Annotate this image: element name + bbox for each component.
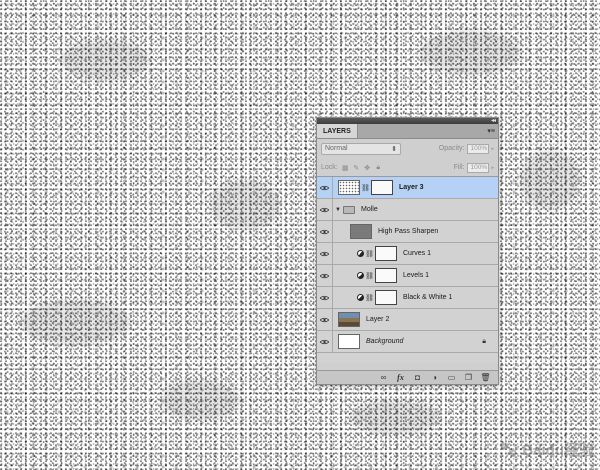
folder-icon — [343, 205, 355, 214]
layer-thumbnail[interactable] — [338, 180, 360, 195]
delete-layer-icon[interactable]: 🗑︎ — [480, 373, 490, 382]
opacity-field[interactable]: 100% — [467, 143, 490, 154]
watermark: 🐾︎ Baidu经验 — [498, 439, 594, 460]
layer-thumbnail[interactable] — [338, 334, 360, 349]
mask-link-icon[interactable]: ⛓ — [365, 272, 374, 280]
visibility-eye-icon[interactable] — [317, 265, 333, 286]
add-mask-icon[interactable]: ◘ — [413, 373, 422, 382]
new-layer-icon[interactable]: ❐ — [464, 373, 473, 382]
layer-row-group-molle[interactable]: ▼ Molle — [317, 199, 498, 221]
adjustment-layer-icon[interactable] — [357, 294, 364, 301]
lock-position-icon[interactable]: ✥ — [364, 164, 371, 172]
opacity-label: Opacity: — [438, 145, 465, 152]
layer-name[interactable]: Molle — [361, 206, 378, 213]
layers-panel: ◂◂ LAYERS ▾≡ Normal ⬍ Opacity: 100% ▸ Lo… — [316, 117, 499, 385]
layer-row-layer-2[interactable]: Layer 2 — [317, 309, 498, 331]
visibility-eye-icon[interactable] — [317, 221, 333, 242]
new-group-icon[interactable]: ▭ — [447, 373, 456, 382]
lock-row: Lock: ▦ ✎ ✥ 🔒︎ Fill: 100% ▸ — [317, 158, 498, 177]
visibility-eye-icon[interactable] — [317, 177, 333, 198]
mask-link-icon[interactable]: ⛓ — [365, 294, 374, 302]
adjustment-layer-icon[interactable] — [357, 250, 364, 257]
layer-mask-thumbnail[interactable] — [375, 268, 397, 283]
visibility-eye-icon[interactable] — [317, 199, 333, 220]
layer-row-levels-1[interactable]: ⛓ Levels 1 — [317, 265, 498, 287]
layer-name[interactable]: Layer 3 — [399, 184, 424, 191]
panel-footer: ∞ fx ◘ ◑ ▭ ❐ 🗑︎ — [317, 370, 498, 384]
layer-thumbnail[interactable] — [338, 312, 360, 327]
tab-layers[interactable]: LAYERS — [317, 124, 358, 138]
fill-label: Fill: — [453, 164, 465, 171]
blend-row: Normal ⬍ Opacity: 100% ▸ — [317, 139, 498, 158]
visibility-eye-icon[interactable] — [317, 331, 333, 352]
layer-row-high-pass-sharpen[interactable]: High Pass Sharpen — [317, 221, 498, 243]
lock-image-icon[interactable]: ✎ — [353, 164, 360, 172]
layer-row-curves-1[interactable]: ⛓ Curves 1 — [317, 243, 498, 265]
layer-mask-thumbnail[interactable] — [375, 246, 397, 261]
layers-list: ⛓ Layer 3 ▼ Molle High Pass Sharpen ⛓ Cu… — [317, 176, 498, 363]
paw-logo-icon: 🐾︎ — [498, 441, 519, 459]
chevron-updown-icon: ⬍ — [391, 145, 397, 153]
layer-name[interactable]: Black & White 1 — [403, 294, 452, 301]
layer-mask-thumbnail[interactable] — [371, 180, 393, 195]
fill-field[interactable]: 100% — [467, 162, 490, 173]
visibility-eye-icon[interactable] — [317, 309, 333, 330]
layer-row-black-white-1[interactable]: ⛓ Black & White 1 — [317, 287, 498, 309]
adjustment-layer-icon[interactable]: ◑ — [430, 373, 439, 382]
blend-mode-select[interactable]: Normal ⬍ — [321, 142, 401, 155]
layer-name[interactable]: Curves 1 — [403, 250, 431, 257]
mask-link-icon[interactable]: ⛓ — [361, 184, 370, 192]
opacity-arrow-icon[interactable]: ▸ — [491, 146, 494, 152]
lock-all-icon[interactable]: 🔒︎ — [375, 164, 382, 171]
document-canvas — [0, 0, 600, 470]
lock-icon: 🔒︎ — [482, 337, 486, 345]
layer-name[interactable]: Layer 2 — [366, 316, 389, 323]
lock-label: Lock: — [321, 164, 338, 171]
panel-menu-icon[interactable]: ▾≡ — [487, 127, 495, 135]
layer-name[interactable]: High Pass Sharpen — [378, 228, 438, 235]
visibility-eye-icon[interactable] — [317, 243, 333, 264]
link-layers-icon[interactable]: ∞ — [379, 373, 388, 382]
fill-arrow-icon[interactable]: ▸ — [491, 165, 494, 171]
layer-name[interactable]: Levels 1 — [403, 272, 429, 279]
adjustment-layer-icon[interactable] — [357, 272, 364, 279]
layer-row-background[interactable]: Background 🔒︎ — [317, 331, 498, 353]
mask-link-icon[interactable]: ⛓ — [365, 250, 374, 258]
layer-row-layer-3[interactable]: ⛓ Layer 3 — [317, 177, 498, 199]
panel-tabbar: LAYERS ▾≡ — [317, 124, 498, 139]
watermark-text: Baidu经验 — [522, 442, 594, 459]
lock-transparency-icon[interactable]: ▦ — [342, 164, 349, 172]
layer-mask-thumbnail[interactable] — [375, 290, 397, 305]
blend-mode-value: Normal — [325, 145, 348, 152]
fx-icon[interactable]: fx — [396, 373, 405, 382]
layer-name[interactable]: Background — [366, 338, 403, 345]
visibility-eye-icon[interactable] — [317, 287, 333, 308]
layer-thumbnail[interactable] — [350, 224, 372, 239]
disclosure-triangle-icon[interactable]: ▼ — [333, 207, 343, 213]
